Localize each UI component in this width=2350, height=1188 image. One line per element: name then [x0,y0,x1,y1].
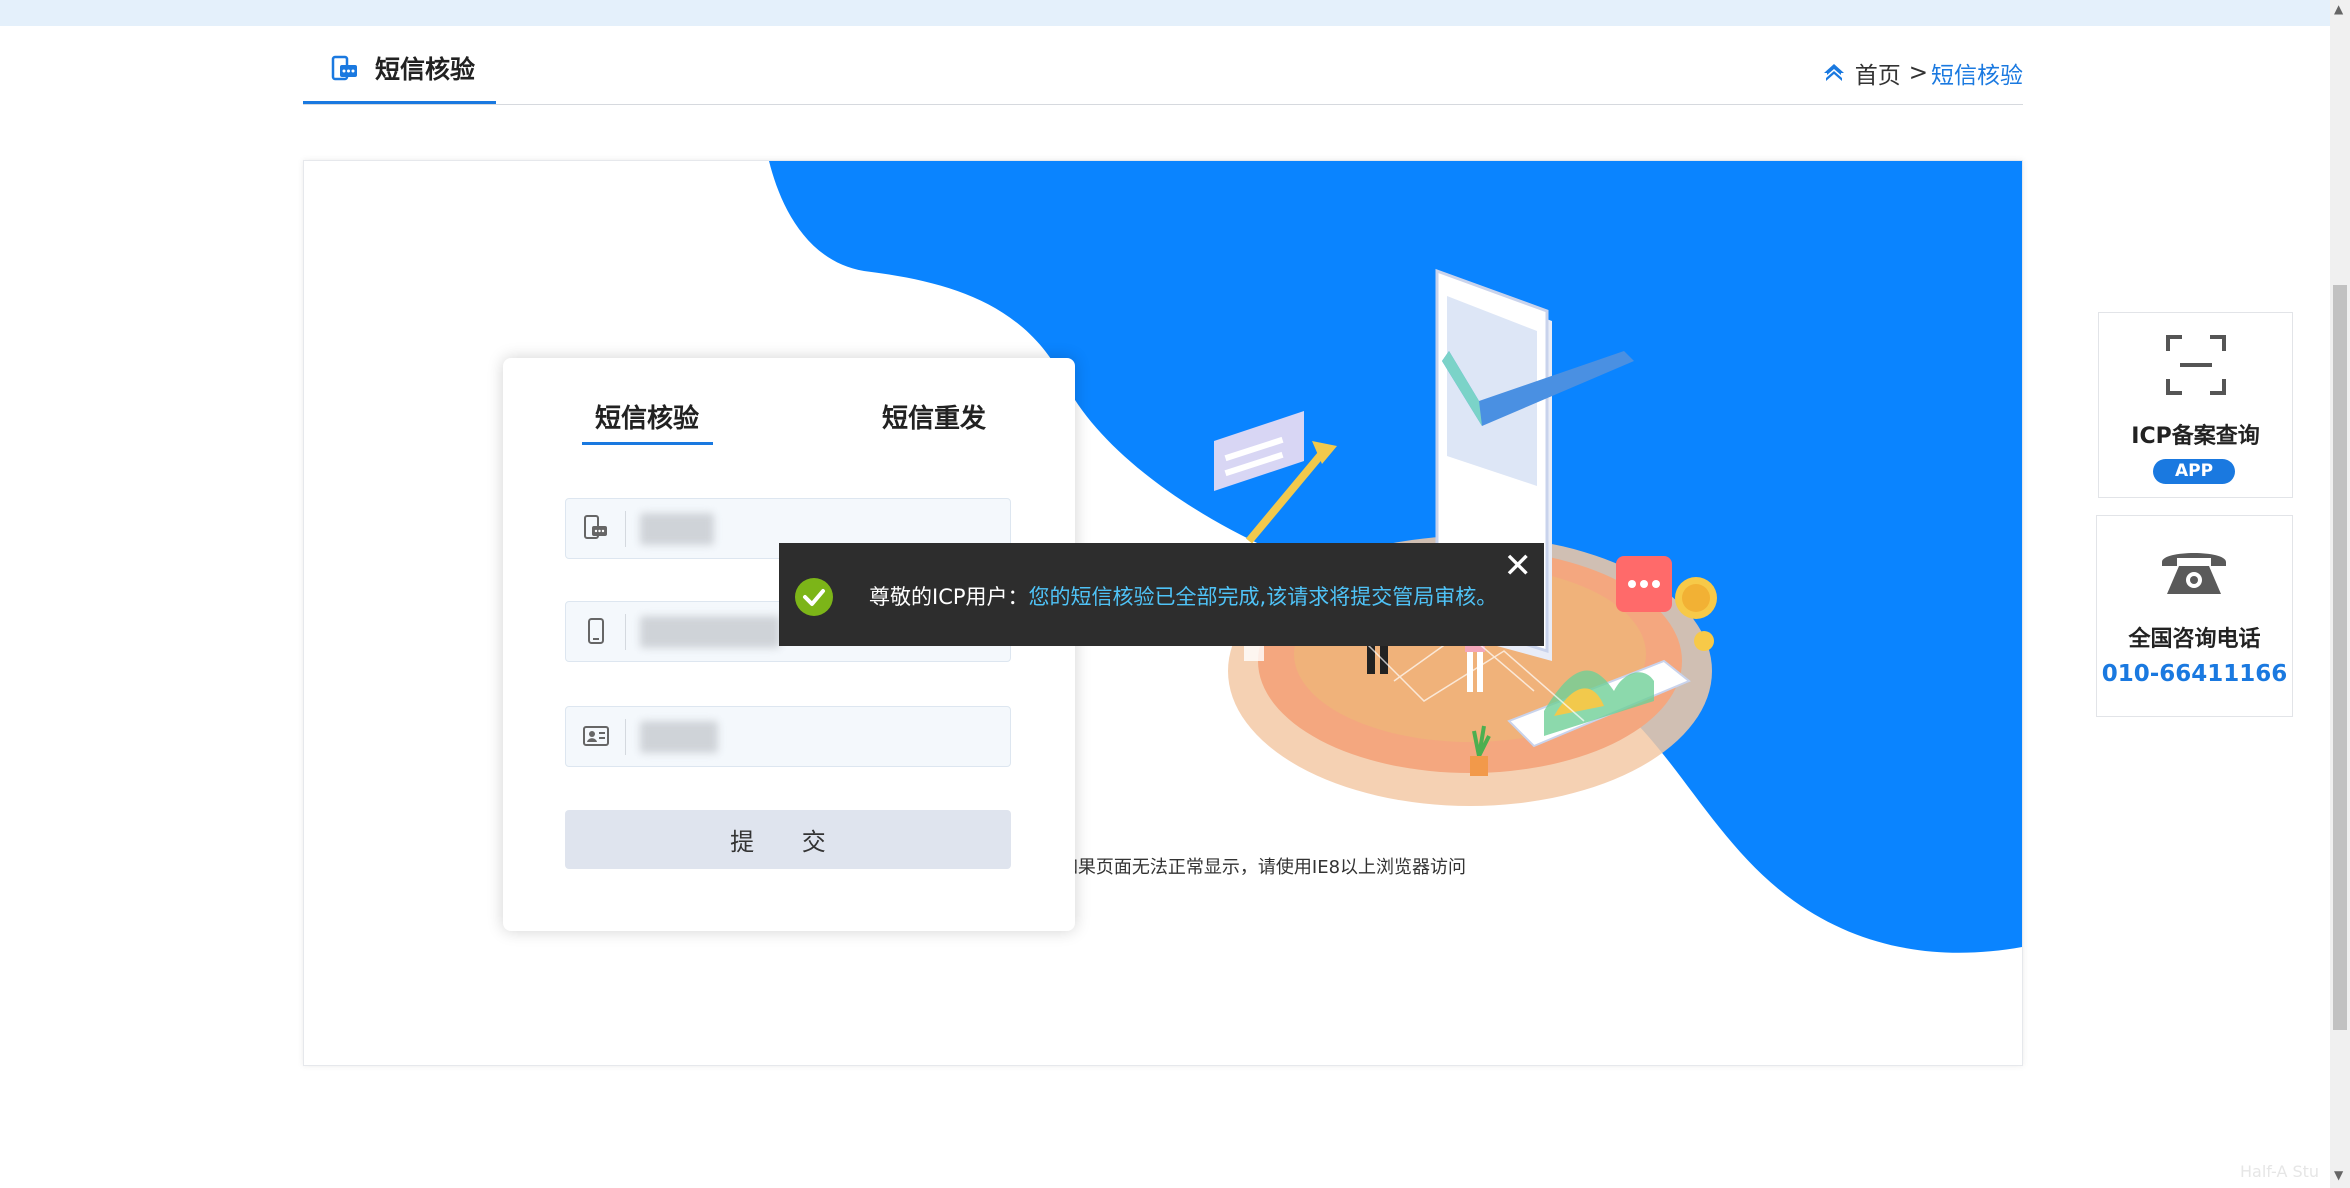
sms-icon [331,55,357,81]
sms-icon [584,515,607,539]
hotline-title: 全国咨询电话 [2128,627,2261,652]
toast-message: 尊敬的ICP用户：您的短信核验已全部完成,该请求将提交管局审核。 [869,581,1497,611]
tab-sms-resend[interactable]: 短信重发 [882,398,986,435]
breadcrumb-home-link[interactable]: 首页 [1855,56,1901,90]
breadcrumb-current: 短信核验 [1931,63,2023,89]
tab-sms-verify[interactable]: 短信核验 [595,398,699,435]
success-toast: 尊敬的ICP用户：您的短信核验已全部完成,该请求将提交管局审核。 ✕ [779,543,1544,646]
field-separator [625,511,626,547]
page-title: 短信核验 [375,55,476,84]
scrollbar-thumb[interactable] [2333,285,2347,1030]
success-check-icon [795,578,833,616]
watermark: Half-A Stu [2240,1162,2320,1181]
icp-query-title: ICP备案查询 [2131,424,2260,449]
scroll-down-arrow-icon[interactable]: ▼ [2334,1168,2343,1182]
telephone-icon [2162,553,2226,594]
submit-button[interactable]: 提 交 [565,810,1011,869]
icp-query-app-card[interactable]: ICP备案查询 APP [2098,312,2293,498]
breadcrumb: 首页 > 短信核验 [1823,56,2023,90]
toast-prefix: 尊敬的ICP用户： [869,585,1029,609]
close-icon[interactable]: ✕ [1504,549,1533,583]
header-tab-sms-verify[interactable]: 短信核验 [303,48,496,104]
toast-body: 您的短信核验已全部完成,该请求将提交管局审核。 [1028,585,1498,609]
breadcrumb-separator: > [1908,60,1928,86]
page-header: 短信核验 首页 > 短信核验 [303,48,2023,105]
app-badge: APP [2153,459,2235,484]
hotline-number[interactable]: 010-66411166 [2097,661,2292,687]
id-card-field[interactable] [565,706,1011,767]
top-bar [0,0,2330,26]
scan-icon [2166,335,2226,395]
home-icon [1823,64,1844,81]
vertical-scrollbar[interactable]: ▲ ▼ [2330,0,2350,1188]
scroll-up-arrow-icon[interactable]: ▲ [2334,2,2343,16]
id-card-icon [583,726,609,746]
hotline-card: 全国咨询电话 010-66411166 [2096,515,2293,717]
field-separator [625,719,626,755]
field-separator [625,614,626,650]
id-card-input[interactable] [634,715,998,759]
mobile-phone-icon [588,618,604,644]
active-tab-indicator [582,442,713,445]
